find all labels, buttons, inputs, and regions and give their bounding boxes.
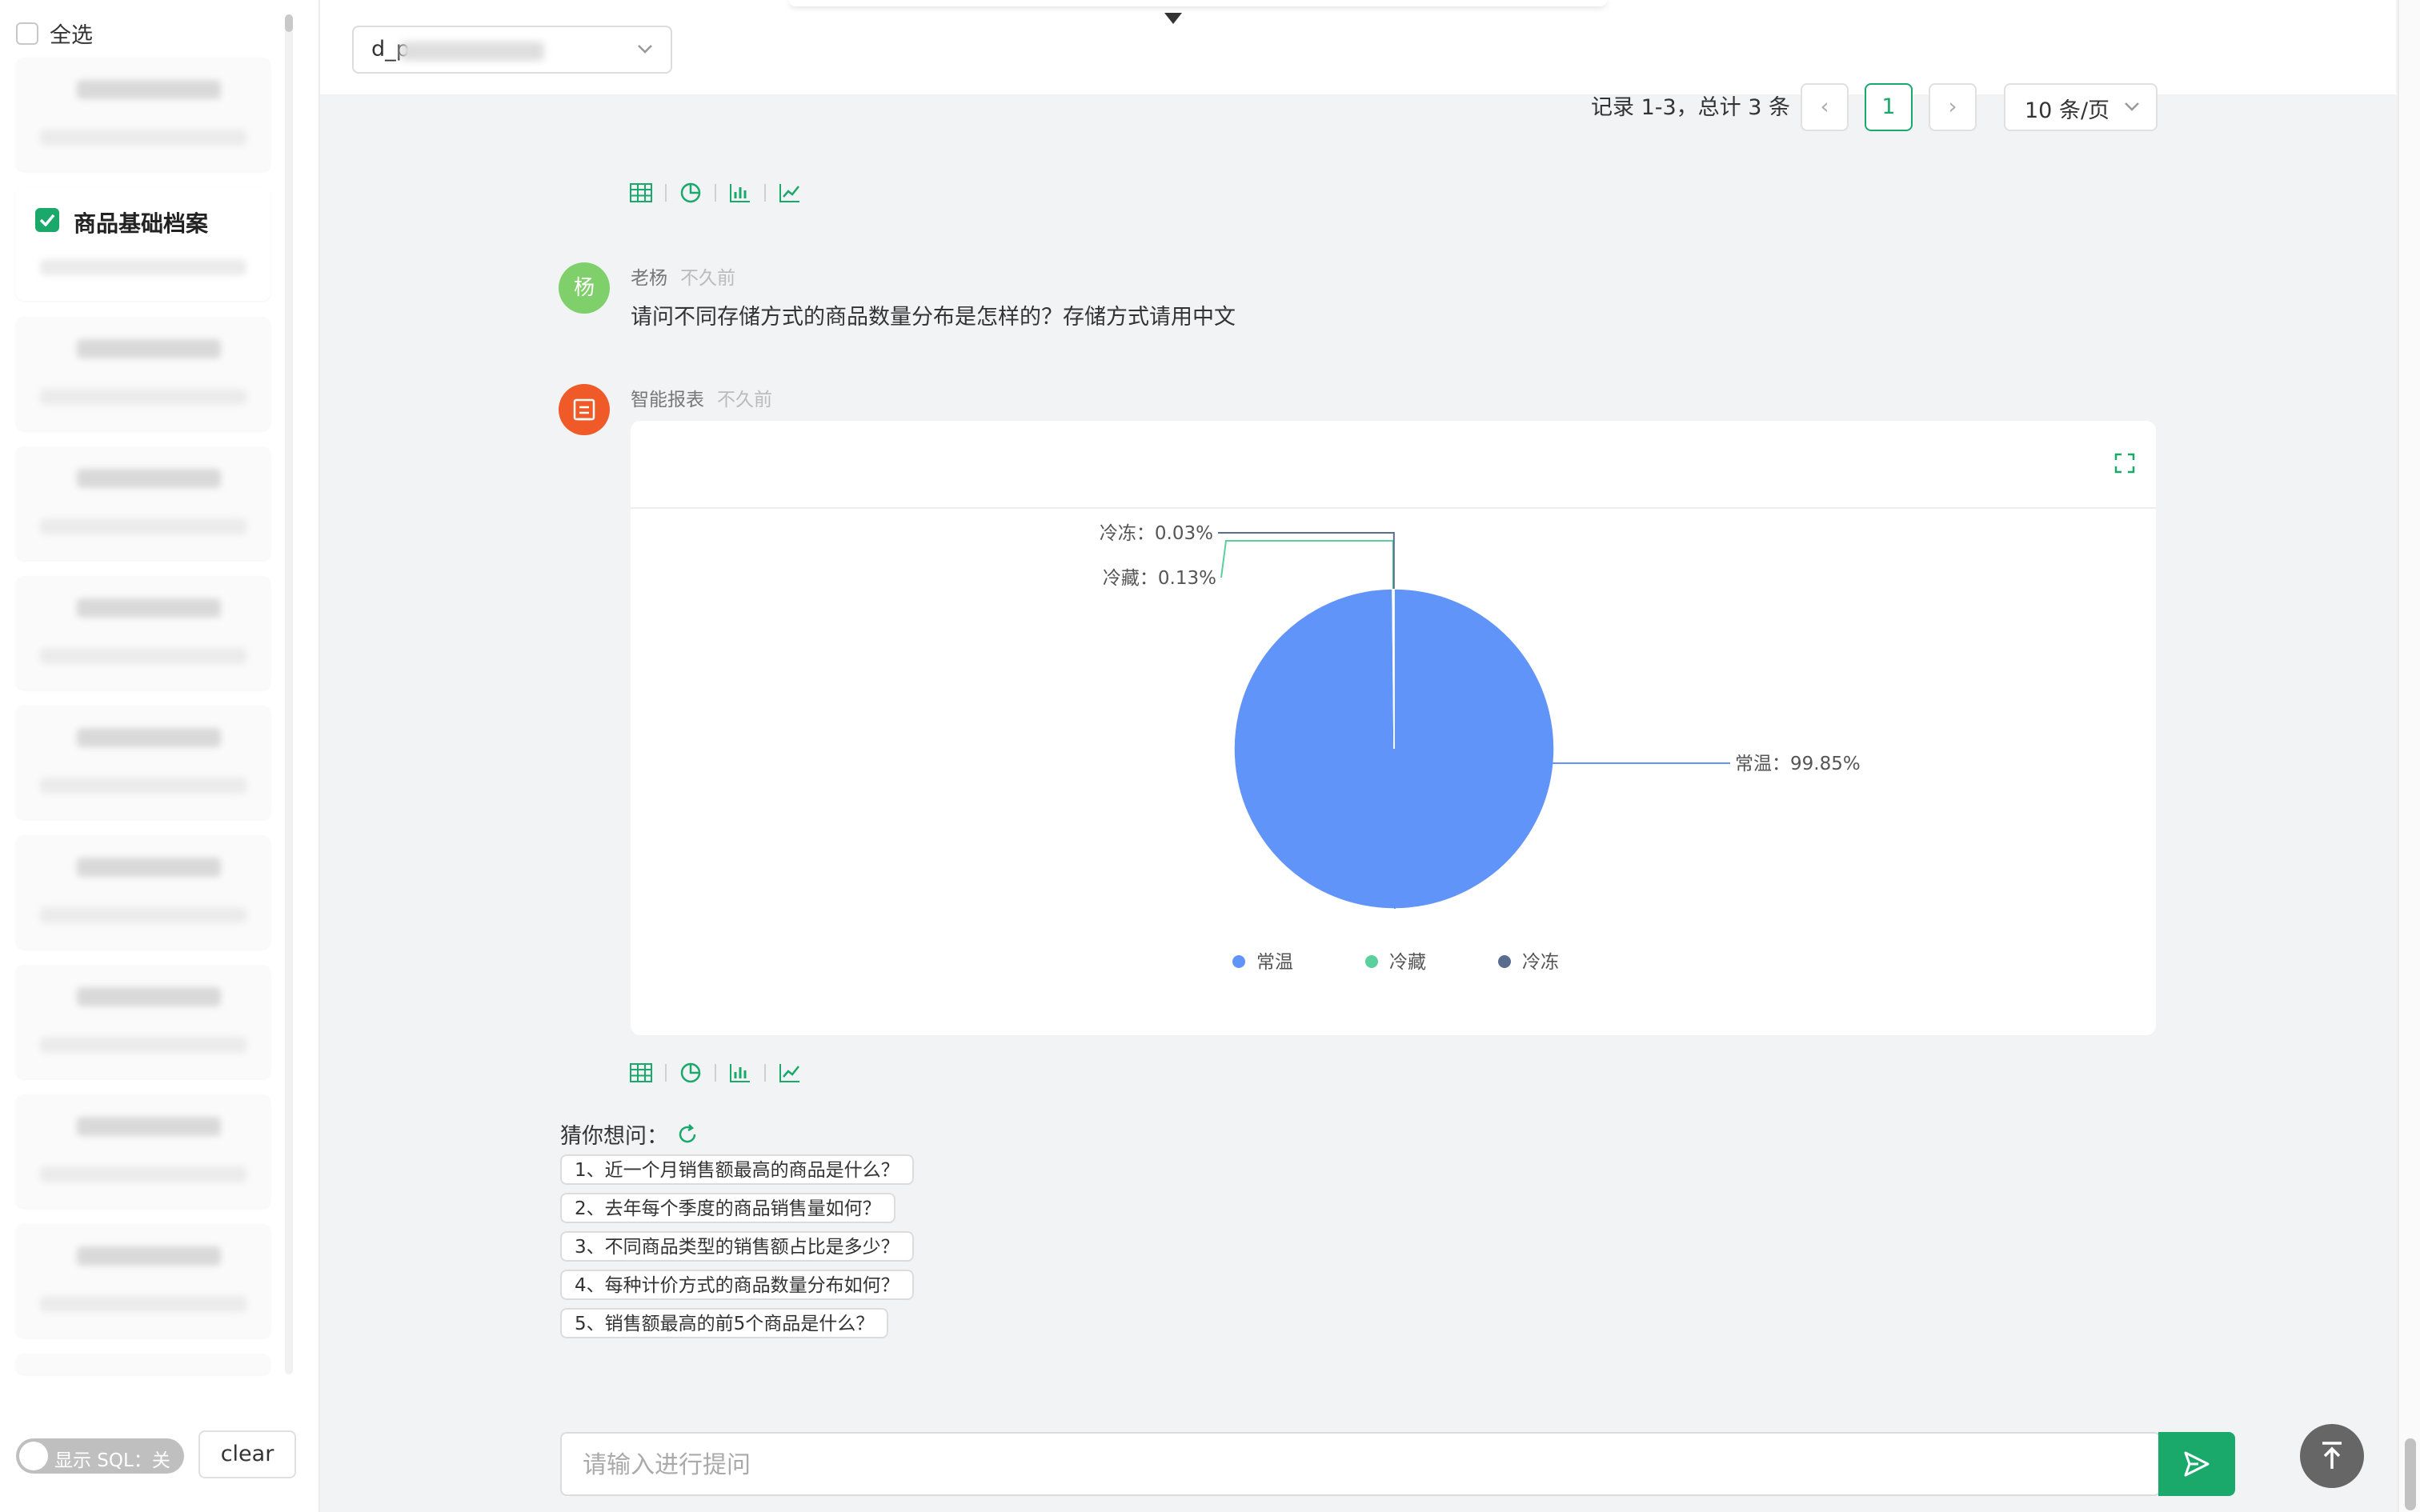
refresh-icon[interactable]	[676, 1123, 699, 1146]
send-button[interactable]	[2158, 1432, 2235, 1496]
prev-page-button[interactable]: ‹	[1801, 83, 1849, 131]
bar-chart-icon[interactable]	[728, 181, 752, 205]
legend-label-0[interactable]: 常温	[1256, 952, 1293, 973]
show-sql-label: 显示 SQL：关	[54, 1450, 170, 1471]
table-card[interactable]	[16, 58, 270, 171]
clear-button[interactable]: clear	[198, 1430, 296, 1478]
message-header: 老杨 不久前	[631, 262, 735, 290]
check-icon	[39, 214, 55, 226]
message-author: 智能报表	[631, 390, 704, 410]
select-all-row[interactable]: 全选	[16, 18, 93, 49]
toggle-knob	[19, 1442, 48, 1470]
line-chart-icon[interactable]	[778, 181, 802, 205]
table-card[interactable]	[16, 446, 270, 560]
table-card-selected[interactable]: 商品基础档案	[16, 187, 270, 301]
page-size-value: 10 条/页	[2025, 98, 2110, 123]
page-size-select[interactable]: 10 条/页	[2004, 83, 2158, 131]
legend-marker-2[interactable]	[1498, 955, 1511, 968]
table-card[interactable]	[16, 1354, 270, 1374]
chevron-down-icon	[2125, 102, 2139, 111]
suggestion-item[interactable]: 2、去年每个季度的商品销售量如何？	[560, 1193, 895, 1223]
line-chart-icon[interactable]	[778, 1061, 802, 1085]
data-label-0: 常温：99.85%	[1735, 754, 1861, 774]
suggestions-list: 1、近一个月销售额最高的商品是什么？ 2、去年每个季度的商品销售量如何？ 3、不…	[560, 1154, 914, 1346]
question-input[interactable]	[581, 1434, 2105, 1496]
suggestion-item[interactable]: 3、不同商品类型的销售额占比是多少？	[560, 1231, 914, 1262]
legend-label-1[interactable]: 冷藏	[1389, 952, 1426, 973]
page-number-button[interactable]: 1	[1865, 83, 1913, 131]
fullscreen-icon[interactable]	[2111, 450, 2138, 477]
label-line-1	[1220, 540, 1394, 590]
select-all-label: 全选	[50, 23, 93, 48]
pie-chart-icon[interactable]	[679, 1061, 703, 1085]
robot-icon	[573, 398, 595, 421]
caret-down-icon[interactable]	[1164, 13, 1182, 24]
chart-card: 常温：99.85% 冷藏：0.13% 冷冻：0.03% 常温 冷藏 冷冻	[631, 421, 2156, 1035]
bar-chart-icon[interactable]	[728, 1061, 752, 1085]
sidebar-footer: 显示 SQL：关 clear	[0, 1424, 319, 1512]
suggestions-header: 猜你想问：	[560, 1118, 699, 1150]
data-label-1: 冷藏：0.13%	[1103, 568, 1216, 589]
message-time: 不久前	[680, 268, 735, 289]
chart-type-toolbar	[629, 181, 802, 205]
suggestions-title: 猜你想问：	[560, 1124, 668, 1149]
table-card-title: 商品基础档案	[74, 210, 209, 237]
suggestion-item[interactable]: 5、销售额最高的前5个商品是什么？	[560, 1308, 889, 1338]
legend-marker-1[interactable]	[1365, 955, 1378, 968]
pie-chart: 常温：99.85% 冷藏：0.13% 冷冻：0.03% 常温 冷藏 冷冻	[1100, 523, 1861, 973]
message-text: 请问不同存储方式的商品数量分布是怎样的？存储方式请用中文	[631, 305, 1236, 330]
chevron-down-icon	[638, 45, 652, 54]
table-card[interactable]	[16, 706, 270, 819]
suggestion-item[interactable]: 4、每种计价方式的商品数量分布如何？	[560, 1270, 914, 1300]
table-view-icon[interactable]	[629, 181, 653, 205]
message-time: 不久前	[717, 390, 772, 410]
send-icon	[2184, 1451, 2210, 1477]
table-view-icon[interactable]	[629, 1061, 653, 1085]
table-card[interactable]	[16, 1094, 270, 1208]
database-select[interactable]: d_p	[352, 26, 672, 74]
dropdown-popover	[789, 0, 1607, 6]
sidebar-scrollbar[interactable]	[285, 14, 293, 1374]
chart-type-toolbar	[629, 1061, 802, 1085]
back-to-top-button[interactable]	[2300, 1424, 2364, 1488]
table-sidebar: 全选 商品基础档案 显示 SQL：关 clear	[0, 0, 320, 1512]
data-label-2: 冷冻：0.03%	[1100, 523, 1213, 544]
table-card[interactable]	[16, 1224, 270, 1338]
legend-marker-0[interactable]	[1232, 955, 1245, 968]
arrow-up-icon	[2322, 1442, 2342, 1469]
pie-chart-icon[interactable]	[679, 181, 703, 205]
main-scrollbar[interactable]	[2398, 0, 2420, 1512]
bot-avatar	[559, 384, 610, 435]
legend-label-2[interactable]: 冷冻	[1522, 952, 1559, 973]
question-input-bar	[560, 1432, 2161, 1496]
message-author: 老杨	[631, 268, 667, 289]
pagination-info: 记录 1-3，总计 3 条	[1591, 95, 1791, 120]
next-page-button[interactable]: ›	[1929, 83, 1977, 131]
table-checkbox-checked[interactable]	[35, 208, 59, 232]
select-all-checkbox[interactable]	[16, 22, 38, 45]
table-card[interactable]	[16, 965, 270, 1078]
main-scrollbar-thumb[interactable]	[2405, 1438, 2416, 1510]
table-card[interactable]	[16, 576, 270, 690]
chart-card-header	[631, 421, 2156, 509]
message-header: 智能报表 不久前	[631, 384, 772, 411]
table-card[interactable]	[16, 317, 270, 430]
sidebar-scrollbar-thumb[interactable]	[285, 14, 293, 32]
suggestion-item[interactable]: 1、近一个月销售额最高的商品是什么？	[560, 1154, 914, 1185]
user-avatar: 杨	[559, 262, 610, 314]
table-card[interactable]	[16, 835, 270, 949]
show-sql-toggle[interactable]: 显示 SQL：关	[16, 1438, 184, 1474]
